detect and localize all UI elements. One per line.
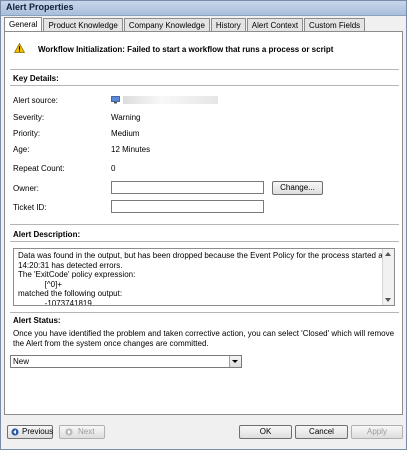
divider xyxy=(10,312,399,313)
alert-properties-window: Alert Properties General Product Knowled… xyxy=(0,0,407,450)
description-scrollbar[interactable] xyxy=(382,249,394,305)
alert-source-value-redacted xyxy=(123,96,218,104)
repeat-count-value: 0 xyxy=(111,164,116,173)
tab-general[interactable]: General xyxy=(4,17,43,32)
age-value: 12 Minutes xyxy=(111,145,151,154)
general-panel: Workflow Initialization: Failed to start… xyxy=(4,31,403,415)
alert-description-heading: Alert Description: xyxy=(13,230,81,239)
title-bar: Alert Properties xyxy=(1,1,406,16)
window-title: Alert Properties xyxy=(6,2,74,12)
owner-label: Owner: xyxy=(13,184,39,193)
alert-source-label: Alert source: xyxy=(13,96,58,105)
divider xyxy=(10,69,399,70)
previous-button-label: Previous xyxy=(22,427,54,436)
previous-button[interactable]: Previous xyxy=(7,425,53,439)
alert-status-select[interactable]: New xyxy=(10,355,242,368)
alert-status-info: Once you have identified the problem and… xyxy=(13,329,394,349)
priority-label: Priority: xyxy=(13,129,41,138)
repeat-count-label: Repeat Count: xyxy=(13,164,65,173)
alert-status-heading: Alert Status: xyxy=(13,316,61,325)
alert-title: Workflow Initialization: Failed to start… xyxy=(38,45,334,54)
ticket-id-field[interactable] xyxy=(111,200,264,213)
severity-value: Warning xyxy=(111,113,141,122)
age-label: Age: xyxy=(13,145,30,154)
tab-company-knowledge[interactable]: Company Knowledge xyxy=(123,18,210,32)
back-arrow-icon xyxy=(11,428,19,436)
tab-custom-fields[interactable]: Custom Fields xyxy=(304,18,366,32)
alert-status-info-text: Once you have identified the problem and… xyxy=(13,329,395,348)
alert-status-selected: New xyxy=(13,357,30,366)
divider xyxy=(10,85,399,86)
apply-button[interactable]: Apply xyxy=(351,425,403,439)
divider xyxy=(10,241,399,242)
change-owner-button[interactable]: Change... xyxy=(272,181,323,195)
divider xyxy=(10,224,399,225)
ok-button[interactable]: OK xyxy=(239,425,292,439)
alert-description-text: Data was found in the output, but has be… xyxy=(18,251,385,306)
alert-description-box[interactable]: Data was found in the output, but has be… xyxy=(13,248,395,306)
next-button-label: Next xyxy=(78,427,95,436)
owner-field[interactable] xyxy=(111,181,264,194)
tab-strip: General Product Knowledge Company Knowle… xyxy=(4,17,366,32)
scroll-down-arrow[interactable] xyxy=(385,298,391,302)
scroll-up-arrow[interactable] xyxy=(385,252,391,256)
tab-product-knowledge[interactable]: Product Knowledge xyxy=(43,18,123,32)
tab-alert-context[interactable]: Alert Context xyxy=(246,18,304,32)
tab-history[interactable]: History xyxy=(210,18,246,32)
key-details-heading: Key Details: xyxy=(13,74,59,83)
forward-arrow-icon xyxy=(65,428,73,436)
cancel-button[interactable]: Cancel xyxy=(295,425,348,439)
severity-label: Severity: xyxy=(13,113,45,122)
computer-icon xyxy=(111,96,120,104)
priority-value: Medium xyxy=(111,129,140,138)
next-button[interactable]: Next xyxy=(59,425,105,439)
warning-icon xyxy=(14,43,25,53)
ticket-id-label: Ticket ID: xyxy=(13,203,47,212)
chevron-down-icon[interactable] xyxy=(229,356,241,367)
